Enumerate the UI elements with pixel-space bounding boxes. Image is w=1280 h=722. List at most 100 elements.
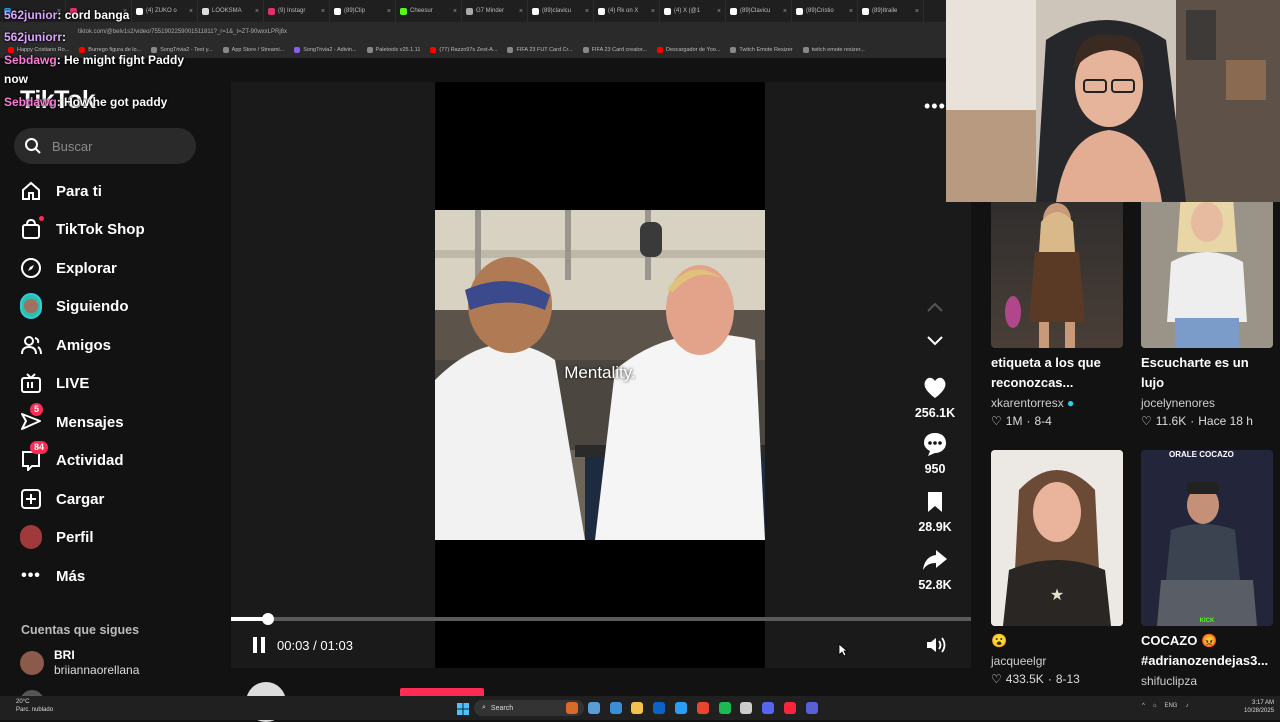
recommended-card[interactable]: etiqueta a los que reconozcas... xkarent…	[991, 172, 1123, 429]
recommended-card[interactable]: Escucharte es un lujo jocelynenores ♡ 11.…	[1141, 172, 1273, 429]
browser-tab[interactable]: LOOKSMA ×	[198, 0, 264, 22]
close-icon[interactable]: ×	[651, 8, 655, 15]
recommended-card[interactable]: ★ 😮 jacqueelgr ♡ 433.5K · 8-13	[991, 450, 1123, 687]
browser-tab[interactable]: Cheesur ×	[396, 0, 462, 22]
browser-tab[interactable]: (89)clavicu ×	[528, 0, 594, 22]
chevron-down-icon[interactable]	[924, 334, 946, 353]
discord-icon[interactable]	[762, 702, 775, 714]
sidebar-item-live[interactable]: LIVE	[20, 368, 210, 398]
close-icon[interactable]: ×	[453, 8, 457, 15]
music-icon[interactable]	[784, 702, 796, 714]
task-view-icon[interactable]	[587, 702, 600, 714]
search-box[interactable]	[14, 128, 196, 164]
search-input[interactable]	[52, 138, 182, 154]
address-url[interactable]: tiktok.com/@belv1s2/video/75519022590015…	[78, 29, 287, 35]
widget-icon[interactable]	[566, 702, 578, 714]
windows-start-icon[interactable]	[457, 702, 469, 715]
account-username: briiannaorellana	[54, 663, 140, 677]
bookmark-item[interactable]: twitch emote resizer...	[802, 47, 865, 53]
close-icon[interactable]: ×	[255, 8, 259, 15]
profile-avatar-icon	[20, 525, 42, 549]
save-button[interactable]: 28.9K	[910, 488, 960, 534]
edge-icon[interactable]	[609, 702, 622, 714]
settings-icon[interactable]	[740, 702, 753, 714]
browser-tab[interactable]: (89)Itraile ×	[858, 0, 924, 22]
search-icon	[25, 138, 41, 154]
address-bar[interactable]: tiktok.com/@belv1s2/video/75519022590015…	[0, 22, 946, 42]
sidebar-item-perfil[interactable]: Perfil	[20, 522, 210, 552]
more-options-icon[interactable]: •••	[924, 96, 946, 117]
sidebar-item-actividad[interactable]: 84 Actividad	[20, 441, 210, 475]
sidebar-item-tiktok-shop[interactable]: TikTok Shop	[20, 214, 210, 244]
sidebar-item-label: Cargar	[56, 490, 105, 508]
close-icon[interactable]: ×	[915, 8, 919, 15]
mail-icon[interactable]	[675, 702, 687, 714]
chevron-up-icon[interactable]	[924, 300, 946, 319]
spotify-icon[interactable]	[718, 702, 731, 714]
close-icon[interactable]: ×	[387, 8, 391, 15]
bookmark-item[interactable]: Descargador de Yoo...	[656, 47, 720, 53]
like-button[interactable]: 256.1K	[910, 374, 960, 420]
chat-message: 562juniorr:	[4, 30, 67, 44]
browser-tab[interactable]: (89)Clip ×	[330, 0, 396, 22]
browser-tab[interactable]: (4) ZUKO o ×	[132, 0, 198, 22]
followed-account-item[interactable]: BRI briiannaorellana	[20, 648, 139, 678]
close-icon[interactable]: ×	[849, 8, 853, 15]
browser-tab[interactable]: G7 Minder ×	[462, 0, 528, 22]
close-icon[interactable]: ×	[519, 8, 523, 15]
close-icon[interactable]: ×	[717, 8, 721, 15]
progress-handle[interactable]	[262, 613, 274, 625]
following-avatar-icon	[20, 293, 42, 319]
tab-favicon-icon	[466, 7, 473, 15]
card-title: 😮	[991, 633, 1008, 648]
close-icon[interactable]: ×	[585, 8, 589, 15]
sidebar-item-más[interactable]: ••• Más	[20, 561, 210, 591]
bookmark-item[interactable]: Twitch Emote Resizer	[730, 47, 793, 53]
time-display: 00:03 / 01:03	[277, 638, 353, 653]
volume-icon[interactable]	[925, 636, 947, 659]
follow-button[interactable]	[400, 688, 484, 696]
sidebar-item-mensajes[interactable]: 5 Mensajes	[20, 403, 210, 437]
store-icon[interactable]	[653, 702, 666, 714]
browser-tab[interactable]: (89)Cristio ×	[792, 0, 858, 22]
browser-tab[interactable]: (9) Instagr ×	[264, 0, 330, 22]
heart-outline-icon: ♡	[1141, 414, 1152, 428]
system-tray[interactable]: ^ ⌂ ENG ♪	[1142, 703, 1188, 709]
bookmark-item[interactable]: FIFA 23 Card creator...	[582, 47, 647, 53]
close-icon[interactable]: ×	[783, 8, 787, 15]
bookmark-item[interactable]: App Store / Streami...	[222, 47, 284, 53]
comment-button[interactable]: 950	[910, 430, 960, 476]
file-explorer-icon[interactable]	[631, 702, 644, 714]
bookmark-item[interactable]: (77) Razzo97s Zest-A...	[430, 47, 497, 53]
close-icon[interactable]: ×	[189, 8, 193, 15]
sidebar-item-para-ti[interactable]: Para ti	[20, 176, 210, 206]
sidebar-item-explorar[interactable]: Explorar	[20, 253, 210, 283]
sidebar-item-siguiendo[interactable]: Siguiendo	[20, 291, 210, 321]
browser-tab[interactable]: (4) X (@1 ×	[660, 0, 726, 22]
compass-icon	[20, 257, 42, 279]
card-username: jocelynenores	[1141, 396, 1216, 410]
tab-favicon-icon	[268, 7, 275, 15]
video-thumbnail[interactable]: ★	[991, 450, 1123, 626]
chat-message: now	[4, 72, 28, 86]
video-progress-bar[interactable]	[231, 613, 971, 625]
taskbar-clock[interactable]: 3:17 AM 10/28/2025	[1244, 699, 1274, 715]
video-thumbnail[interactable]: ORALE COCAZO KICK	[1141, 450, 1273, 626]
weather-widget[interactable]: 20°C Parc. nublado	[16, 698, 53, 714]
sidebar-item-amigos[interactable]: Amigos	[20, 330, 210, 360]
chrome-icon[interactable]	[696, 702, 709, 714]
bookmark-item[interactable]: Paletools v25.1.11	[366, 47, 420, 53]
sidebar-item-cargar[interactable]: Cargar	[20, 484, 210, 514]
close-icon[interactable]: ×	[321, 8, 325, 15]
share-button[interactable]: 52.8K	[910, 546, 960, 592]
recommended-card[interactable]: ORALE COCAZO KICK COCAZO 😡 #adrianozende…	[1141, 450, 1273, 689]
browser-tab[interactable]: (4) Rk on X ×	[594, 0, 660, 22]
teams-icon[interactable]	[805, 702, 818, 714]
sidebar-item-label: Perfil	[56, 528, 94, 546]
sidebar-item-label: Mensajes	[56, 413, 124, 431]
bookmark-favicon-icon	[222, 47, 229, 53]
pause-icon[interactable]	[250, 636, 268, 654]
bookmark-item[interactable]: SongTrivia2 - Adivin...	[294, 47, 357, 53]
browser-tab[interactable]: (89)Clavicu ×	[726, 0, 792, 22]
bookmark-item[interactable]: FIFA 23 FUT Card Cr...	[507, 47, 573, 53]
